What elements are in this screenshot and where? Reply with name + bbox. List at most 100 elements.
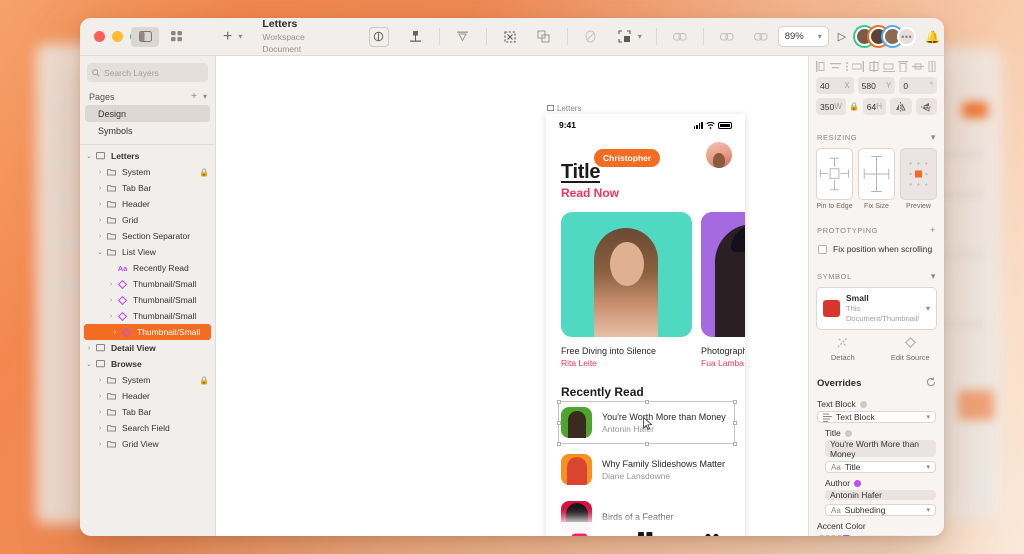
rotation-field[interactable]: 0 ° [899,77,938,94]
layer-row[interactable]: › Header [80,196,215,212]
layer-row[interactable]: › Grid View [80,436,215,452]
detach-button[interactable]: Detach [809,337,877,362]
list-item[interactable]: Why Family Slideshows Matter Diane Lansd… [546,446,745,493]
chevron-down-icon[interactable]: ▾ [931,271,936,282]
align-bottom-icon[interactable] [882,61,895,72]
disclosure-triangle-icon[interactable]: › [95,409,105,416]
canvas[interactable]: Letters 9:41 Title Read Now Christopher … [216,56,808,536]
author-override-input[interactable]: Antonin Hafer [825,490,936,500]
symbol-detach-icon[interactable] [714,25,740,49]
resize-pin-to-edge[interactable]: Pin to Edge [816,148,853,210]
disclosure-triangle-icon[interactable]: ⌄ [84,152,94,160]
height-field[interactable]: 64 H [862,98,886,115]
layer-row[interactable]: › Tab Bar [80,404,215,420]
chevron-down-icon[interactable]: ▾ [203,92,207,101]
list-item[interactable]: You're Worth More than Money Antonin Haf… [546,399,745,446]
layer-row[interactable]: › Grid [80,212,215,228]
align-top-icon[interactable] [898,61,909,72]
symbol-select[interactable]: Small This Document/Thumbnail/ ▾ [816,287,937,330]
page-item-design[interactable]: Design [85,105,210,122]
chevron-down-icon[interactable]: ▾ [926,304,930,313]
layer-row[interactable]: ⌄ Browse [80,356,215,372]
zoom-select[interactable]: 89% ▾ [777,26,829,47]
fix-position-row[interactable]: Fix position when scrolling [809,240,944,262]
chevron-down-icon[interactable]: ▾ [926,463,930,471]
align-right-icon[interactable] [852,61,865,72]
disclosure-triangle-icon[interactable]: › [95,441,105,448]
disclosure-triangle-icon[interactable]: › [106,313,116,320]
override-toggle-icon[interactable] [859,400,867,408]
layer-row[interactable]: › Search Field [80,420,215,436]
disclosure-triangle-icon[interactable]: › [95,233,105,240]
disclosure-triangle-icon[interactable]: ⌄ [84,360,94,368]
artboard-label[interactable]: Letters [547,104,581,113]
scale-icon[interactable] [612,25,638,49]
layer-row[interactable]: › Header [80,388,215,404]
align-center-h-icon[interactable] [830,61,842,72]
add-prototype-button[interactable]: + [930,225,936,235]
disclosure-triangle-icon[interactable]: › [110,329,120,336]
resize-preview[interactable]: Preview [900,148,937,210]
scale-chevron-icon[interactable]: ▾ [638,32,642,41]
avatar-more-button[interactable]: ••• [897,27,917,46]
accent-hex-field[interactable]: # 000000 [856,535,905,536]
page-item-symbols[interactable]: Symbols [85,122,210,139]
disclosure-triangle-icon[interactable]: › [95,169,105,176]
layer-row[interactable]: › System 🔒 [80,164,215,180]
search-layers-input[interactable]: Search Layers [87,63,208,82]
symbol-create-icon[interactable] [748,25,774,49]
layer-row[interactable]: › System 🔒 [80,372,215,388]
chevron-down-icon[interactable]: ▾ [931,132,936,143]
chevron-down-icon[interactable]: ▾ [926,413,930,421]
tab-people[interactable] [679,533,745,536]
distribute-h-icon[interactable] [911,61,924,72]
disclosure-triangle-icon[interactable]: › [95,217,105,224]
minimize-button[interactable] [112,31,123,42]
tab-mail[interactable] [546,532,612,536]
flip-horizontal-button[interactable] [890,98,912,115]
disclosure-triangle-icon[interactable]: › [95,185,105,192]
flip-vertical-button[interactable] [915,98,937,115]
author-style-select[interactable]: Aa Subheding ▾ [825,504,936,516]
layer-row[interactable]: Aa Recently Read [80,260,215,276]
override-toggle-icon[interactable] [854,479,862,487]
disclosure-triangle-icon[interactable]: › [95,377,105,384]
mask-icon[interactable] [497,25,523,49]
disclosure-triangle-icon[interactable]: › [84,345,94,352]
lock-icon[interactable]: 🔒 [199,168,209,177]
layer-row[interactable]: › Tab Bar [80,180,215,196]
layer-row[interactable]: › Thumbnail/Small [80,292,215,308]
disclosure-triangle-icon[interactable]: › [106,281,116,288]
profile-avatar[interactable] [706,142,732,168]
layer-row[interactable]: ⌄ Letters [80,148,215,164]
x-field[interactable]: 40 X [816,77,854,94]
symbol-link-icon[interactable] [667,25,693,49]
components-grid-toggle[interactable] [163,27,191,47]
resize-fix-size[interactable]: Fix Size [858,148,895,210]
layers-panel-toggle[interactable] [131,26,159,47]
card[interactable]: Free Diving into Silence Rita Leite [561,212,692,368]
chevron-down-icon[interactable]: ▾ [926,506,930,514]
disclosure-triangle-icon[interactable]: › [95,425,105,432]
rotate-copy-icon[interactable] [578,25,604,49]
accent-opacity-field[interactable]: 50 % [910,535,936,536]
preview-play-button[interactable]: ▷ [838,30,846,43]
layer-row[interactable]: › Thumbnail/Small [84,324,211,340]
layer-row[interactable]: › Section Separator [80,228,215,244]
add-page-button[interactable]: + [191,91,197,102]
distribute-v-icon[interactable] [927,61,937,72]
disclosure-triangle-icon[interactable]: ⌄ [95,248,105,256]
width-field[interactable]: 350 W [816,98,846,115]
boolean-combine-icon[interactable] [531,25,557,49]
disclosure-triangle-icon[interactable]: › [106,297,116,304]
title-override-input[interactable]: You're Worth More than Money [825,439,936,459]
layer-row[interactable]: › Detail View [80,340,215,356]
layer-row[interactable]: ⌄ List View [80,244,215,260]
align-left-icon[interactable] [816,61,827,72]
disclosure-triangle-icon[interactable]: › [95,201,105,208]
lock-icon[interactable]: 🔒 [199,376,209,385]
align-middle-icon[interactable] [868,61,880,72]
artboard-letters[interactable]: 9:41 Title Read Now Christopher Free Div… [546,114,745,536]
y-field[interactable]: 580 Y [857,77,896,94]
distribute-icon[interactable] [845,61,849,72]
